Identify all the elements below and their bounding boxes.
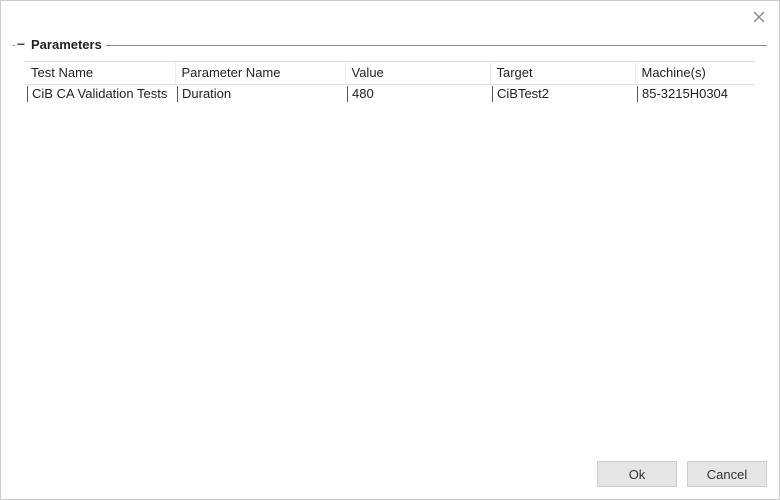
- cell-value: 480: [347, 86, 486, 102]
- groupbox-collapse-toggle[interactable]: −: [15, 38, 27, 52]
- close-button[interactable]: [747, 5, 771, 29]
- groupbox-title: Parameters: [31, 37, 102, 52]
- table-row[interactable]: CiB CA Validation Tests Duration 480 CiB…: [25, 84, 755, 104]
- close-icon: [753, 11, 765, 23]
- dialog-button-row: Ok Cancel: [1, 451, 779, 499]
- groupbox-header: − Parameters: [15, 37, 106, 52]
- column-header-machines[interactable]: Machine(s): [635, 62, 755, 84]
- cell-parameter-name: Duration: [177, 86, 341, 102]
- column-header-target[interactable]: Target: [490, 62, 635, 84]
- cell-machines: 85-3215H0304: [637, 86, 751, 102]
- cell-target: CiBTest2: [492, 86, 631, 102]
- parameters-groupbox: − Parameters Test Name Parameter Name Va…: [13, 37, 767, 439]
- column-header-value[interactable]: Value: [345, 62, 490, 84]
- parameters-table-wrap: Test Name Parameter Name Value Target Ma…: [25, 61, 755, 104]
- minus-icon: −: [17, 37, 25, 51]
- parameters-dialog: − Parameters Test Name Parameter Name Va…: [0, 0, 780, 500]
- cancel-button[interactable]: Cancel: [687, 461, 767, 487]
- table-header-row: Test Name Parameter Name Value Target Ma…: [25, 62, 755, 84]
- cell-test-name: CiB CA Validation Tests: [27, 86, 171, 102]
- groupbox-divider: [13, 45, 767, 46]
- column-header-test-name[interactable]: Test Name: [25, 62, 175, 84]
- column-header-parameter-name[interactable]: Parameter Name: [175, 62, 345, 84]
- ok-button[interactable]: Ok: [597, 461, 677, 487]
- parameters-table: Test Name Parameter Name Value Target Ma…: [25, 62, 755, 104]
